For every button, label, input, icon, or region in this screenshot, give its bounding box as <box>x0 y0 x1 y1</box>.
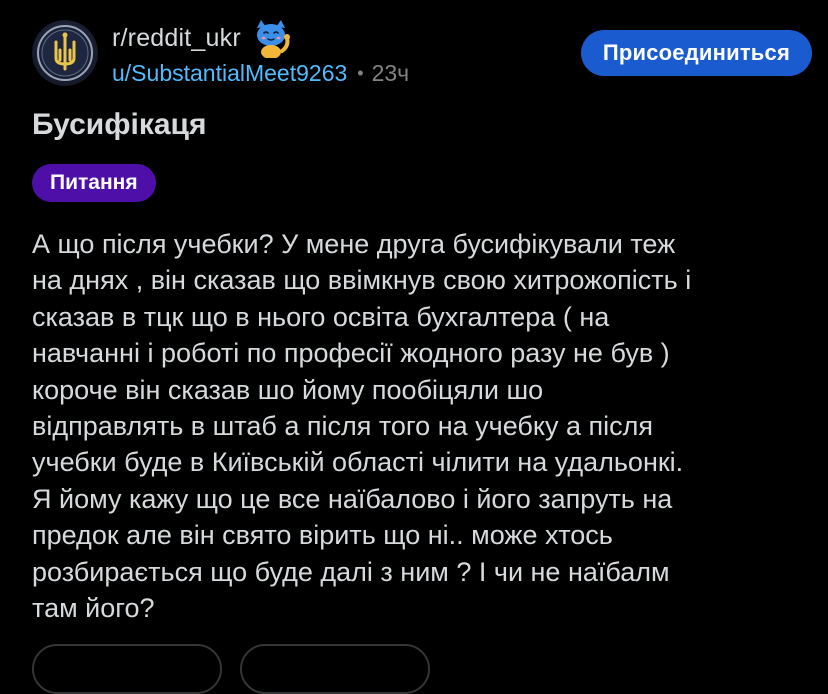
post-flair[interactable]: Питання <box>32 164 156 202</box>
author-row: u/SubstantialMeet9263 • 23ч <box>112 60 532 87</box>
post-action-bar <box>32 644 430 694</box>
post-title: Бусифікаця <box>32 108 207 141</box>
subreddit-avatar[interactable] <box>32 20 98 86</box>
vote-pill[interactable] <box>32 644 222 694</box>
author-username[interactable]: u/SubstantialMeet9263 <box>112 60 347 87</box>
meta-separator: • <box>357 63 364 83</box>
post-header: r/reddit_ukr u/SubstantialMeet9263 • 23ч… <box>32 18 812 98</box>
trident-emblem-icon <box>32 20 98 86</box>
comments-pill[interactable] <box>240 644 430 694</box>
post-meta: r/reddit_ukr u/SubstantialMeet9263 • 23ч <box>112 18 532 87</box>
post-age: 23ч <box>371 60 410 86</box>
cat-snoo-icon <box>249 18 293 59</box>
post-body: А що після учебки? У мене друга бусифіку… <box>32 229 692 624</box>
join-button[interactable]: Присоединиться <box>580 30 812 76</box>
subreddit-row: r/reddit_ukr <box>112 18 532 59</box>
subreddit-name[interactable]: r/reddit_ukr <box>112 24 241 53</box>
